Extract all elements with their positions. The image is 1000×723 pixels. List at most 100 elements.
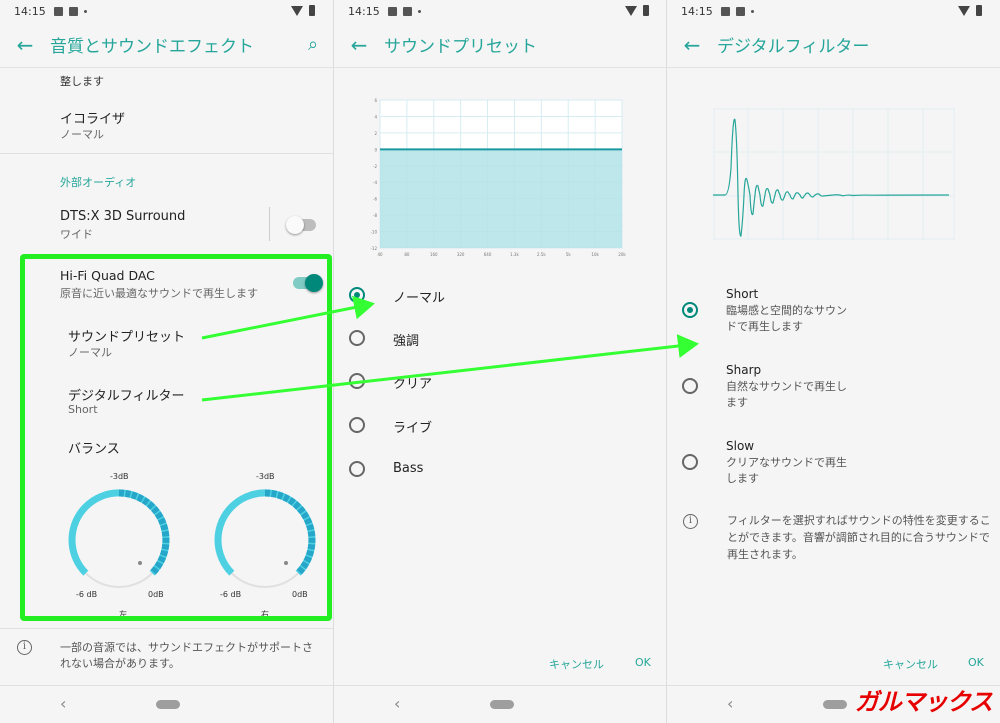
chart-x-tick-label: 640: [484, 252, 492, 257]
nav-home-pill[interactable]: [156, 700, 180, 709]
search-icon[interactable]: ⌕: [293, 34, 333, 55]
ok-button[interactable]: OK: [635, 656, 651, 669]
dts-value: ワイド: [60, 228, 93, 241]
mail-icon: [402, 6, 412, 16]
chart-y-tick-label: -4: [373, 180, 377, 185]
chart-y-tick-label: 4: [374, 114, 377, 119]
notification-dot-icon: [750, 9, 754, 13]
sound-preset-screen: 14:15 ← サウンドプリセット 6 4 2 0 -2 -4 -6 -8 -10 -12 40 80…: [334, 0, 667, 723]
preset-option-label: クリア: [393, 377, 433, 392]
wifi-icon: [291, 5, 303, 16]
page-title: 音質とサウンドエフェクト: [50, 37, 254, 57]
highlight-box: [20, 254, 332, 621]
nav-home-pill[interactable]: [823, 700, 847, 709]
info-icon: i: [683, 514, 698, 529]
filter-option-description: 自然なサウンドで再生します: [726, 380, 847, 409]
filter-option-description: クリアなサウンドで再生します: [726, 456, 847, 485]
status-time: 14:15: [348, 4, 380, 18]
radio-button[interactable]: [682, 302, 698, 318]
status-bar: 14:15: [667, 0, 1000, 22]
radio-button[interactable]: [682, 378, 698, 394]
page-title: サウンドプリセット: [384, 37, 537, 57]
chart-x-tick-label: 5k: [566, 252, 572, 257]
chart-x-tick-label: 160: [430, 252, 438, 257]
chart-x-tick-label: 2.5k: [537, 252, 546, 257]
gallery-icon: [53, 6, 63, 16]
panel-separator: [333, 0, 334, 723]
nav-back-icon[interactable]: ‹: [727, 694, 733, 713]
preset-option-label: ライブ: [393, 421, 433, 436]
navigation-bar: ‹: [0, 685, 333, 723]
navigation-bar: ‹: [334, 685, 667, 723]
mail-icon: [68, 6, 78, 16]
radio-button[interactable]: [349, 330, 365, 346]
chart-x-tick-label: 40: [377, 252, 383, 257]
chart-y-tick-label: -10: [370, 230, 377, 235]
preset-option-label: Bass: [393, 461, 424, 476]
chart-y-tick-label: -6: [373, 197, 377, 202]
radio-button[interactable]: [682, 454, 698, 470]
panel-separator: [666, 0, 667, 723]
divider: [0, 628, 333, 629]
page-title: デジタルフィルター: [717, 37, 870, 57]
filter-option-label: Slow: [726, 439, 755, 453]
gallery-icon: [720, 6, 730, 16]
filter-option-label: Short: [726, 287, 759, 301]
chart-x-tick-label: 80: [404, 252, 410, 257]
chart-x-tick-label: 20k: [618, 252, 626, 257]
chart-y-tick-label: 2: [374, 131, 377, 136]
preset-option-label: ノーマル: [393, 291, 446, 306]
chart-x-tick-label: 320: [457, 252, 465, 257]
nav-back-icon[interactable]: ‹: [60, 694, 66, 713]
chart-y-tick-label: -2: [373, 164, 377, 169]
equalizer-value: ノーマル: [60, 128, 104, 141]
app-bar: ← 音質とサウンドエフェクト ⌕: [0, 22, 333, 68]
chart-y-tick-label: 6: [374, 98, 377, 103]
section-header-external-audio: 外部オーディオ: [60, 176, 137, 189]
status-bar: 14:15: [0, 0, 333, 22]
mail-icon: [735, 6, 745, 16]
back-arrow-icon[interactable]: ←: [334, 33, 384, 57]
chart-area-fill: [380, 149, 622, 248]
footer-note: 一部の音源では、サウンドエフェクトがサポートされない場合があります。: [60, 641, 313, 670]
nav-home-pill[interactable]: [490, 700, 514, 709]
notification-dot-icon: [83, 9, 87, 13]
app-bar: ← デジタルフィルター: [667, 22, 1000, 68]
cut-off-description: 整します: [60, 75, 104, 88]
notification-dot-icon: [417, 9, 421, 13]
back-arrow-icon[interactable]: ←: [0, 33, 50, 57]
app-bar: ← サウンドプリセット: [334, 22, 667, 68]
gallery-icon: [387, 6, 397, 16]
toggle-knob: [286, 216, 304, 234]
back-arrow-icon[interactable]: ←: [667, 33, 717, 57]
watermark-logo: ガルマックス: [854, 688, 993, 716]
dts-toggle[interactable]: [286, 216, 316, 234]
chart-x-tick-label: 10k: [591, 252, 599, 257]
chart-y-tick-label: 0: [374, 147, 377, 152]
nav-back-icon[interactable]: ‹: [394, 694, 400, 713]
radio-button[interactable]: [349, 461, 365, 477]
impulse-response-graph: [713, 108, 955, 240]
battery-icon: [976, 5, 982, 16]
radio-button[interactable]: [349, 373, 365, 389]
radio-button[interactable]: [349, 287, 365, 303]
radio-button[interactable]: [349, 417, 365, 433]
wifi-icon: [958, 5, 970, 16]
cancel-button[interactable]: キャンセル: [549, 656, 604, 672]
status-time: 14:15: [681, 4, 713, 18]
vertical-divider: [269, 207, 270, 241]
eq-chart: 6 4 2 0 -2 -4 -6 -8 -10 -1240 80 160 320 640 1.3k 2.5k 5…: [370, 98, 626, 257]
battery-icon: [309, 5, 315, 16]
chart-y-tick-label: -12: [370, 246, 377, 251]
digital-filter-screen: 14:15 ← デジタルフィルター Short 臨場感と空間的なサウンドで再生しま…: [667, 0, 1000, 723]
equalizer-label: イコライザ: [60, 112, 126, 127]
info-icon: i: [17, 640, 32, 655]
ok-button[interactable]: OK: [968, 656, 984, 669]
status-bar: 14:15: [334, 0, 667, 22]
chart-y-tick-label: -8: [373, 213, 377, 218]
chart-x-tick-label: 1.3k: [510, 252, 519, 257]
cancel-button[interactable]: キャンセル: [883, 656, 938, 672]
battery-icon: [643, 5, 649, 16]
dts-label: DTS:X 3D Surround: [60, 209, 186, 224]
divider: [0, 153, 333, 154]
